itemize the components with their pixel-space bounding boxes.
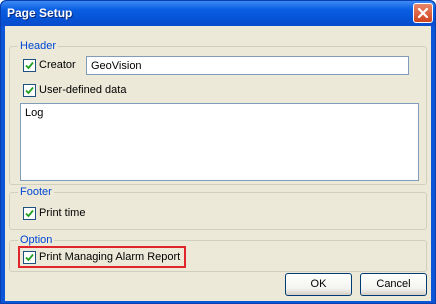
dialog-body: Header Creator GeoVision User-defined da…: [5, 26, 431, 301]
check-icon: [25, 209, 34, 218]
option-group: Option Print Managing Alarm Report: [9, 234, 427, 272]
option-group-label: Option: [18, 234, 55, 246]
check-icon: [25, 61, 34, 70]
creator-checkbox[interactable]: [23, 59, 36, 72]
creator-label: Creator: [39, 59, 76, 71]
footer-group-label: Footer: [18, 186, 54, 198]
window-title: Page Setup: [7, 6, 73, 20]
print-time-label: Print time: [39, 207, 86, 219]
user-defined-value: Log: [25, 107, 44, 119]
header-group: Header Creator GeoVision User-defined da…: [9, 40, 427, 185]
header-group-label: Header: [18, 40, 59, 52]
user-defined-checkbox[interactable]: [23, 84, 36, 97]
title-bar[interactable]: Page Setup: [1, 1, 435, 26]
user-defined-label: User-defined data: [39, 84, 127, 96]
page-setup-dialog: Page Setup Header Creator GeoVision User…: [0, 0, 436, 304]
user-defined-textarea[interactable]: Log: [20, 103, 419, 181]
ok-button[interactable]: OK: [285, 273, 352, 296]
creator-input[interactable]: GeoVision: [86, 56, 409, 75]
check-icon: [25, 86, 34, 95]
footer-group: Footer Print time: [9, 186, 427, 230]
highlight-box: [18, 246, 186, 268]
print-time-checkbox[interactable]: [23, 207, 36, 220]
close-button[interactable]: [413, 3, 433, 23]
cancel-button[interactable]: Cancel: [360, 273, 427, 296]
creator-value: GeoVision: [91, 60, 142, 72]
close-icon: [417, 7, 429, 19]
